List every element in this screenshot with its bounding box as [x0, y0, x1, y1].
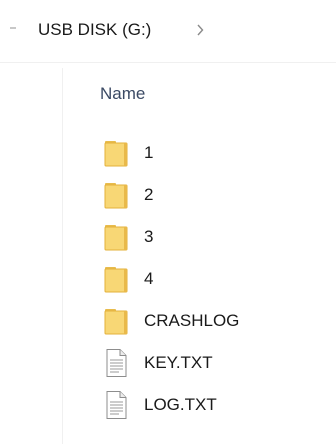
column-header-name[interactable]: Name [100, 84, 145, 104]
folder-item[interactable]: 1 [104, 132, 334, 174]
folder-icon [104, 309, 128, 335]
folder-item[interactable]: 2 [104, 174, 334, 216]
breadcrumb-item-usb-disk[interactable]: USB DISK (G:) [38, 20, 151, 40]
item-name-label: 2 [144, 185, 154, 204]
breadcrumb-overflow-separator [10, 27, 16, 29]
item-name-label: KEY.TXT [144, 353, 213, 372]
chevron-right-icon[interactable] [196, 24, 204, 36]
item-name-label: 1 [144, 143, 154, 162]
folder-item[interactable]: 3 [104, 216, 334, 258]
folder-icon [104, 141, 128, 167]
folder-item[interactable]: CRASHLOG [104, 300, 334, 342]
file-list: 1 2 3 4 CRASHLOG KEY.TXT LOG.TXT [104, 132, 334, 426]
address-bar[interactable]: USB DISK (G:) [0, 0, 336, 63]
item-name-label: LOG.TXT [144, 395, 217, 414]
folder-icon [104, 225, 128, 251]
text-file-icon [106, 391, 127, 419]
text-file-icon [106, 349, 127, 377]
folder-item[interactable]: 4 [104, 258, 334, 300]
folder-icon [104, 183, 128, 209]
item-name-label: CRASHLOG [144, 311, 240, 330]
file-item[interactable]: LOG.TXT [104, 384, 334, 426]
navigation-pane-divider[interactable] [62, 68, 63, 444]
item-name-label: 4 [144, 269, 154, 288]
item-name-label: 3 [144, 227, 154, 246]
file-item[interactable]: KEY.TXT [104, 342, 334, 384]
folder-icon [104, 267, 128, 293]
